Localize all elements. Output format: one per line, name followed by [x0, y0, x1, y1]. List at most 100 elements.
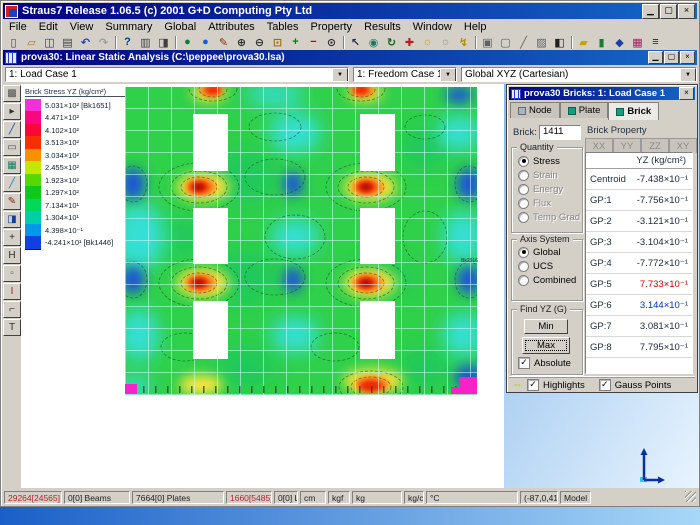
chevron-down-icon[interactable]: ▼: [680, 68, 696, 82]
menu-item[interactable]: Attributes: [202, 21, 260, 33]
scale-down-button[interactable]: −: [305, 35, 322, 50]
open-button[interactable]: ▱: [23, 35, 40, 50]
help-button[interactable]: ?: [119, 35, 136, 50]
find-min-button[interactable]: Min: [524, 319, 568, 334]
contrast-button[interactable]: ◧: [551, 35, 568, 50]
axis-option[interactable]: Combined: [512, 273, 582, 287]
polygon-select-button[interactable]: ▢: [497, 35, 514, 50]
menu-item[interactable]: Help: [458, 21, 493, 33]
model-viewport[interactable]: Bk2916: [125, 87, 477, 395]
animate-arrows-icon[interactable]: ⇔: [512, 380, 523, 391]
menu-item[interactable]: Window: [407, 21, 458, 33]
line-tool[interactable]: ╱: [3, 121, 21, 138]
brick-mesh-tool[interactable]: ▦: [3, 157, 21, 174]
zoom-out-button[interactable]: ⊖: [251, 35, 268, 50]
load-case-combobox[interactable]: 1: Load Case 1 ▼: [5, 67, 349, 82]
document-title-bar[interactable]: prova30: Linear Static Analysis (C:\pepp…: [3, 50, 697, 65]
line-select-button[interactable]: ╱: [515, 35, 532, 50]
select-pointer-button[interactable]: ↖: [347, 35, 364, 50]
pin-button[interactable]: ✚: [401, 35, 418, 50]
menu-item[interactable]: Summary: [99, 21, 158, 33]
menu-item[interactable]: File: [3, 21, 33, 33]
scale-up-button[interactable]: +: [287, 35, 304, 50]
list-button[interactable]: ≡: [647, 35, 664, 50]
results-button[interactable]: ●: [197, 35, 214, 50]
refresh-button[interactable]: ↻: [383, 35, 400, 50]
report-button[interactable]: ▥: [137, 35, 154, 50]
axis-option[interactable]: Global: [512, 245, 582, 259]
resize-grip[interactable]: [685, 491, 696, 502]
edit-pencil-button[interactable]: ✎: [215, 35, 232, 50]
zoom-in-button[interactable]: ⊕: [233, 35, 250, 50]
beam-tool[interactable]: ╱: [3, 175, 21, 192]
doc-close-button[interactable]: ×: [680, 51, 695, 64]
battery-button[interactable]: ▮: [593, 35, 610, 50]
quantity-option[interactable]: Stress: [512, 154, 582, 168]
entity-tab[interactable]: Node: [510, 102, 560, 118]
solve-button[interactable]: ●: [179, 35, 196, 50]
panel-title-bar[interactable]: prova30 Bricks: 1: Load Case 1 ×: [509, 87, 695, 100]
new-button[interactable]: ▯: [5, 35, 22, 50]
save-button[interactable]: ◫: [41, 35, 58, 50]
absolute-checkbox-row[interactable]: ✓ Absolute: [512, 356, 571, 370]
redo-button[interactable]: ↷: [95, 35, 112, 50]
globe-button[interactable]: ◉: [365, 35, 382, 50]
main-title-bar[interactable]: Straus7 Release 1.06.5 (c) 2001 G+D Comp…: [3, 3, 697, 19]
separator[interactable]: [569, 35, 574, 50]
h-frame-tool[interactable]: H: [3, 247, 21, 264]
pointer-tool[interactable]: ▸: [3, 103, 21, 120]
separator[interactable]: [473, 35, 478, 50]
coord-system-combobox[interactable]: Global XYZ (Cartesian) ▼: [461, 67, 697, 82]
separator[interactable]: [173, 35, 178, 50]
minimize-button[interactable]: ▁: [642, 4, 659, 19]
grid-select-tool[interactable]: ▩: [3, 85, 21, 102]
menu-item[interactable]: Property: [304, 21, 358, 33]
model-canvas[interactable]: Brick Stress YZ (kg/cm²) 5.031×10² [Bk16…: [21, 84, 504, 488]
add-node-tool[interactable]: +: [3, 229, 21, 246]
separator[interactable]: [341, 35, 346, 50]
rect-tool[interactable]: ▭: [3, 139, 21, 156]
freedom-case-combobox[interactable]: 1: Freedom Case 1 ▼: [353, 67, 457, 82]
chart-button[interactable]: ▦: [629, 35, 646, 50]
bulb-off-button[interactable]: ☼: [437, 35, 454, 50]
print-button[interactable]: ▤: [59, 35, 76, 50]
ibeam-tool[interactable]: I: [3, 283, 21, 300]
menu-item[interactable]: Global: [158, 21, 202, 33]
flash-button[interactable]: ↯: [455, 35, 472, 50]
section-tool[interactable]: T: [3, 319, 21, 336]
find-max-button[interactable]: Max: [522, 337, 570, 354]
plate-view-tool[interactable]: ◨: [3, 211, 21, 228]
separator[interactable]: [113, 35, 118, 50]
doc-minimize-button[interactable]: ▁: [648, 51, 663, 64]
chevron-down-icon[interactable]: ▼: [332, 68, 348, 82]
gauss-points-checkbox[interactable]: ✓: [599, 379, 611, 391]
restraint-marker: [459, 377, 477, 394]
menu-item[interactable]: Results: [358, 21, 407, 33]
chevron-down-icon[interactable]: ▼: [440, 68, 456, 82]
entity-tab[interactable]: Plate: [560, 102, 609, 118]
menu-item[interactable]: View: [64, 21, 100, 33]
panel-close-button[interactable]: ×: [679, 87, 694, 100]
folder-button[interactable]: ▰: [575, 35, 592, 50]
region-select-button[interactable]: ▨: [533, 35, 550, 50]
brush-tool[interactable]: ✎: [3, 193, 21, 210]
undo-button[interactable]: ↶: [77, 35, 94, 50]
axis-option[interactable]: UCS: [512, 259, 582, 273]
dotted-select-tool[interactable]: ▫: [3, 265, 21, 282]
zoom-box-button[interactable]: ⊡: [269, 35, 286, 50]
status-segment: kg/cm^2: [404, 491, 424, 504]
entity-button[interactable]: ◆: [611, 35, 628, 50]
preview-button[interactable]: ◨: [155, 35, 172, 50]
entity-tab[interactable]: Brick: [608, 102, 659, 120]
close-button[interactable]: ×: [678, 4, 695, 19]
menu-item[interactable]: Edit: [33, 21, 64, 33]
magnifier-button[interactable]: ⊙: [323, 35, 340, 50]
maximize-button[interactable]: ▢: [660, 4, 677, 19]
brick-number-input[interactable]: 1411: [539, 125, 581, 140]
doc-restore-button[interactable]: ▢: [664, 51, 679, 64]
marquee-select-button[interactable]: ▣: [479, 35, 496, 50]
corner-tool[interactable]: ⌐: [3, 301, 21, 318]
highlights-checkbox[interactable]: ✓: [527, 379, 539, 391]
bulb-on-button[interactable]: ☼: [419, 35, 436, 50]
menu-item[interactable]: Tables: [261, 21, 305, 33]
